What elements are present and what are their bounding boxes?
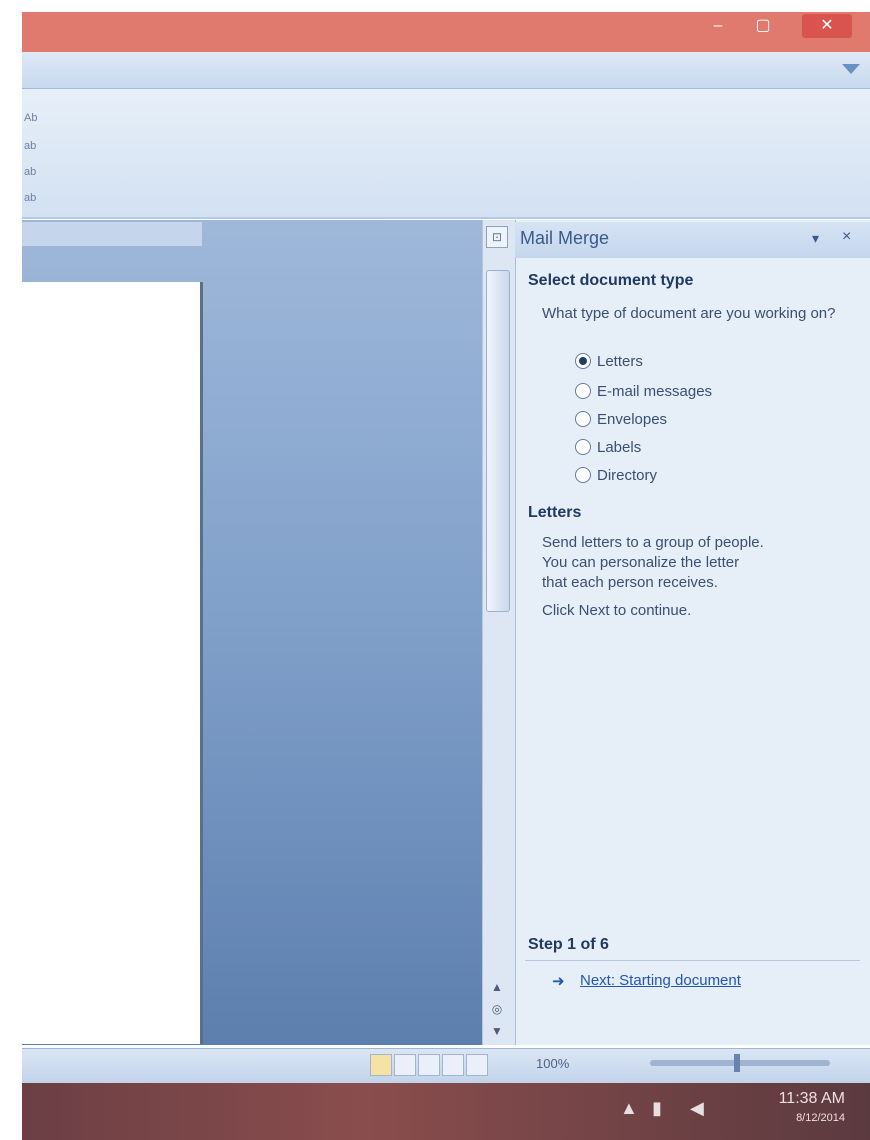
option-label: E-mail messages	[597, 382, 713, 400]
radio-icon[interactable]	[575, 439, 591, 455]
radio-icon[interactable]	[575, 467, 591, 483]
next-step-link[interactable]: Next: Starting document	[580, 972, 741, 989]
outline-view-button[interactable]	[442, 1054, 464, 1076]
description-heading: Letters	[528, 504, 582, 521]
description-line: You can personalize the letter	[542, 554, 740, 571]
close-button[interactable]: ✕	[802, 14, 852, 38]
option-label: Labels	[597, 438, 642, 456]
ribbon-tab-bar	[22, 52, 870, 89]
document-page[interactable]	[22, 282, 203, 1044]
full-screen-view-button[interactable]	[394, 1054, 416, 1076]
zoom-slider-handle[interactable]	[734, 1054, 740, 1072]
pane-close-icon[interactable]: ×	[842, 228, 851, 246]
volume-icon[interactable]: ◀	[690, 1098, 704, 1119]
pane-menu-chevron-icon[interactable]: ▾	[812, 230, 819, 247]
option-label: Envelopes	[597, 410, 668, 428]
mail-merge-pane	[515, 220, 870, 1045]
radio-icon[interactable]	[575, 383, 591, 399]
web-layout-view-button[interactable]	[418, 1054, 440, 1076]
maximize-button[interactable]: ▢	[748, 14, 778, 38]
option-directory[interactable]: Directory	[575, 464, 657, 486]
ribbon-style-item[interactable]: Ab	[24, 112, 64, 128]
radio-checked-icon[interactable]	[575, 353, 591, 369]
ribbon-style-item[interactable]: ab	[24, 140, 64, 156]
network-icon[interactable]: ▮	[652, 1098, 662, 1119]
description-line: Click Next to continue.	[542, 602, 692, 619]
option-letters[interactable]: Letters	[575, 350, 643, 372]
option-email-messages[interactable]: E-mail messages	[575, 380, 712, 402]
radio-icon[interactable]	[575, 411, 591, 427]
select-browse-object-icon[interactable]: ◎	[488, 1000, 506, 1018]
ribbon-options-chevron-icon[interactable]	[842, 64, 860, 74]
zoom-level[interactable]: 100%	[536, 1056, 569, 1071]
tray-clock[interactable]: 11:38 AM	[745, 1090, 845, 1108]
divider	[525, 960, 860, 961]
section-heading: Select document type	[528, 272, 694, 289]
zoom-slider[interactable]	[650, 1060, 830, 1066]
tray-date[interactable]: 8/12/2014	[745, 1112, 845, 1124]
title-bar	[22, 12, 870, 52]
horizontal-ruler[interactable]	[22, 222, 202, 247]
next-arrow-icon[interactable]: ➜	[552, 972, 565, 990]
view-ruler-toggle[interactable]: ⊡	[486, 226, 508, 248]
next-page-icon[interactable]: ▼	[488, 1022, 506, 1040]
option-labels[interactable]: Labels	[575, 436, 641, 458]
section-prompt: What type of document are you working on…	[542, 305, 836, 322]
option-label: Letters	[597, 352, 643, 370]
ribbon-style-item[interactable]: ab	[24, 166, 64, 182]
tray-arrow-icon[interactable]: ▲	[620, 1098, 638, 1119]
option-envelopes[interactable]: Envelopes	[575, 408, 667, 430]
ribbon-style-item[interactable]: ab	[24, 192, 64, 208]
description-line: Send letters to a group of people.	[542, 534, 764, 551]
minimize-button[interactable]: –	[703, 14, 733, 38]
previous-page-icon[interactable]: ▲	[488, 978, 506, 996]
print-layout-view-button[interactable]	[370, 1054, 392, 1076]
draft-view-button[interactable]	[466, 1054, 488, 1076]
pane-title: Mail Merge	[520, 228, 610, 248]
option-label: Directory	[597, 466, 658, 484]
scrollbar-thumb[interactable]	[486, 270, 510, 612]
ribbon-body	[22, 89, 870, 219]
description-line: that each person receives.	[542, 574, 718, 591]
step-label: Step 1 of 6	[528, 936, 609, 953]
windows-taskbar	[22, 1083, 870, 1140]
